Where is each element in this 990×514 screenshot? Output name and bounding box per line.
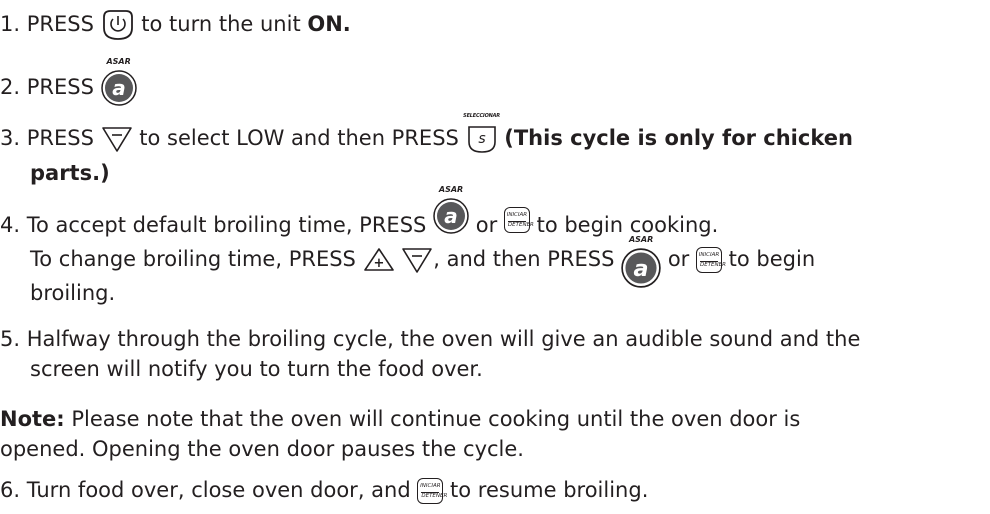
asar-label: ASAR [106,57,131,66]
svg-text:a: a [634,256,649,282]
step-bold: parts.) [30,161,110,185]
step-text: to begin [728,247,816,271]
start-stop-icon: INICIAR DETENER [695,247,726,273]
seleccionar-label: SELECCIONAR [463,113,500,119]
step-text: or [667,247,690,271]
step-5: 5. Halfway through the broiling cycle, t… [0,326,860,353]
step-4b: To change broiling time, PRESS + , and t… [30,235,816,288]
step-number: 1. [0,12,21,36]
step-4c: broiling. [30,280,115,307]
step-text: PRESS [26,126,94,150]
asar-label: ASAR [628,235,654,244]
svg-text:a: a [444,204,458,228]
asar-label: ASAR [438,185,464,194]
asar-a-icon: ASAR a [433,185,469,234]
step-text: , and then PRESS [433,247,615,271]
step-text: Halfway through the broiling cycle, the … [26,327,861,351]
s-glyph: s [478,131,485,147]
asar-a-icon: ASAR a [621,235,661,288]
step-text: To accept default broiling time, PRESS [26,213,427,237]
step-text: broiling. [30,281,116,305]
start-stop-icon: INICIAR DETENER [503,207,534,233]
down-arrow-icon [101,125,133,153]
step-number: 4. [0,213,21,237]
step-text: to resume broiling. [450,478,649,502]
a-glyph: a [112,76,126,100]
step-text: PRESS [26,12,94,36]
step-text: to select LOW and then PRESS [139,126,459,150]
step-4a: 4. To accept default broiling time, PRES… [0,185,719,244]
step-text: screen will notify you to turn the food … [30,357,483,381]
note-label: Note: [0,407,65,431]
power-icon [101,8,135,42]
step-6: 6. Turn food over, close oven door, and … [0,477,648,504]
step-bold: ON. [307,12,351,36]
step-text: PRESS [26,75,94,99]
note: Note: Please note that the oven will con… [0,406,800,433]
step-1: 1. PRESS to turn the unit ON. [0,8,351,42]
step-2: 2. PRESS ASAR a [0,57,137,106]
start-stop-icon: INICIAR DETENER [417,478,447,504]
step-bold: (This cycle is only for chicken [504,126,853,150]
step-number: 2. [0,75,21,99]
step-5-cont: screen will notify you to turn the food … [30,356,483,383]
step-3-cont: parts.) [30,160,110,187]
step-number: 5. [0,327,21,351]
up-arrow-plus-icon: + [363,247,395,273]
svg-text:+: + [373,256,384,271]
step-number: 3. [0,126,21,150]
down-arrow-icon [401,246,433,274]
asar-a-icon: ASAR a [100,57,137,106]
step-text: or [475,213,498,237]
step-number: 6. [0,478,21,502]
step-text: to turn the unit [141,12,301,36]
step-3: 3. PRESS to select LOW and then PRESS SE… [0,113,853,154]
step-text: to begin cooking. [536,213,719,237]
note-text: opened. Opening the oven door pauses the… [0,437,524,461]
step-text: To change broiling time, PRESS [30,247,356,271]
note-cont: opened. Opening the oven door pauses the… [0,436,524,463]
step-text: Turn food over, close oven door, and [26,478,411,502]
select-s-icon: SELECCIONAR s [463,113,500,154]
note-text: Please note that the oven will continue … [64,407,801,431]
